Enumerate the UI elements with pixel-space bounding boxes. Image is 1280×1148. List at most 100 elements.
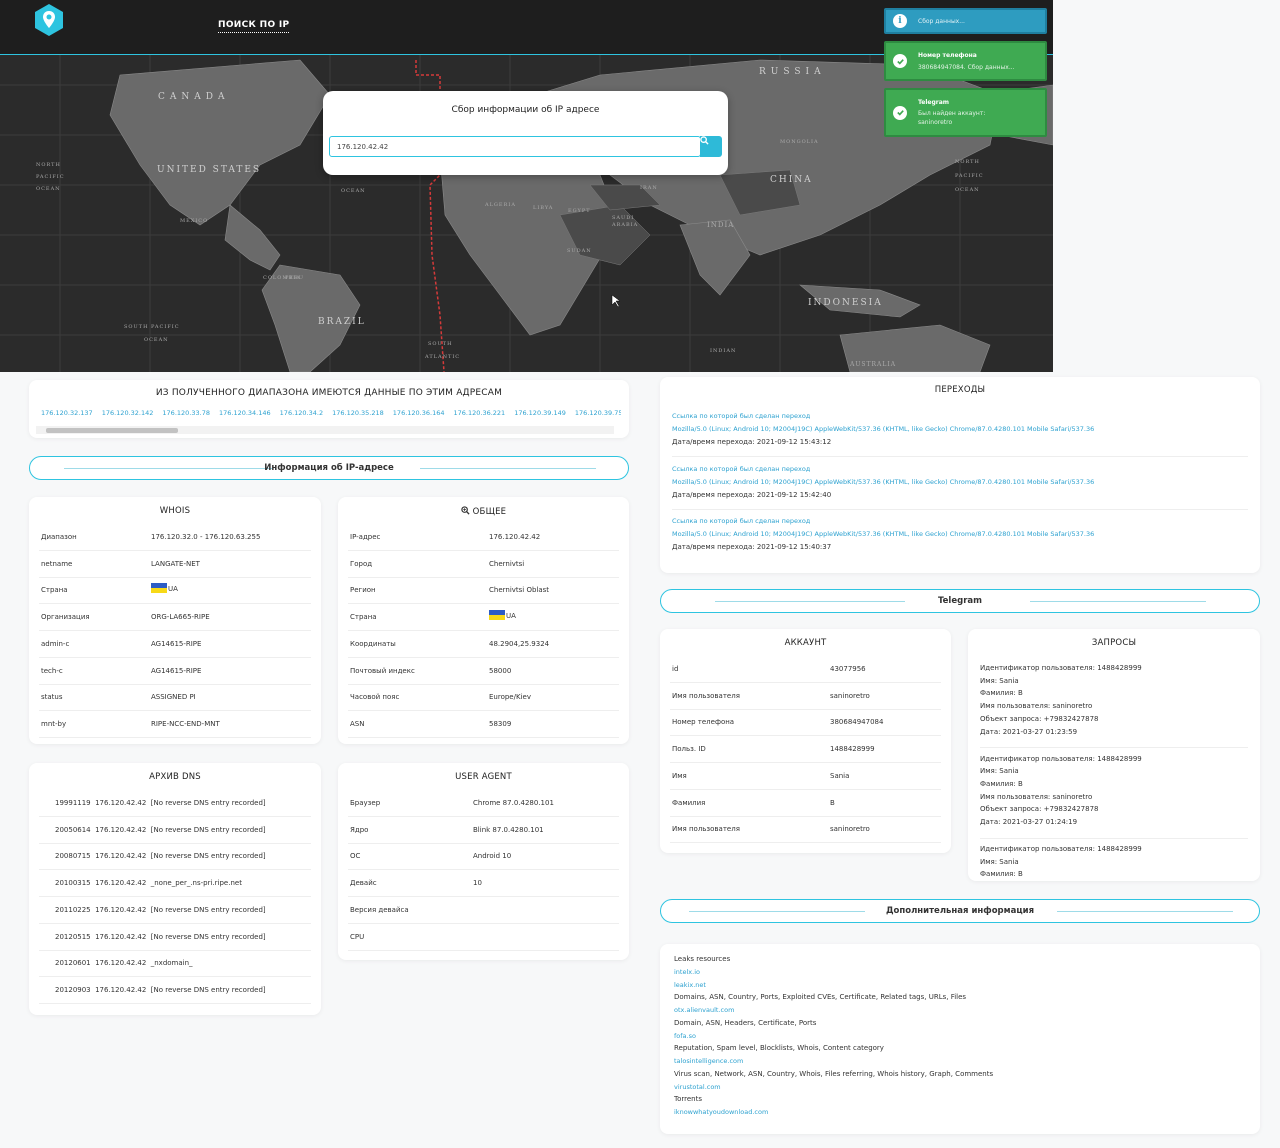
- toast-phone[interactable]: Номер телефона 380684947084. Сбор данных…: [884, 41, 1047, 81]
- resource-link[interactable]: virustotal.com: [674, 1081, 993, 1094]
- row-value: LANGATE-NET: [151, 560, 200, 568]
- resource-text: Domain, ASN, Headers, Certificate, Ports: [674, 1018, 817, 1027]
- range-title: ИЗ ПОЛУЧЕННОГО ДИАПАЗОНА ИМЕЮТСЯ ДАННЫЕ …: [155, 388, 503, 398]
- toast-info-text: Сбор данных...: [918, 18, 965, 25]
- row-key: CPU: [350, 932, 365, 941]
- transition-date: Дата/время перехода: 2021-09-12 15:42:40: [672, 490, 832, 499]
- row-value-text: Chernivtsi: [489, 559, 525, 568]
- map-label-atlantic: ATLANTIC: [425, 354, 461, 360]
- transition-link[interactable]: Ссылка по которой был сделан переход: [672, 517, 810, 525]
- table-row: netname LANGATE-NET: [39, 551, 311, 578]
- toast-info[interactable]: i Сбор данных...: [884, 8, 1047, 34]
- row-key: Браузер: [350, 799, 381, 807]
- row-key: Имя пользователя: [672, 691, 740, 700]
- transition-link[interactable]: Ссылка по которой был сделан переход: [672, 412, 810, 420]
- table-row: ОС Android 10: [348, 843, 619, 871]
- table-row: Почтовый индекс 58000: [348, 658, 619, 685]
- range-ip-link[interactable]: 176.120.36.164: [393, 409, 445, 417]
- row-value: 176.120.32.0 - 176.120.63.255: [151, 533, 260, 541]
- resource-text: Virus scan, Network, ASN, Country, Whois…: [674, 1069, 994, 1078]
- ocean-line: SOUTH PACIFIC: [124, 324, 180, 330]
- toast-telegram-title: Telegram: [918, 99, 950, 106]
- ocean-line: OCEAN: [955, 187, 980, 193]
- row-key: Город: [350, 559, 373, 568]
- row-value-text: Blink 87.0.4280.101: [473, 825, 544, 834]
- dns-row: 20120515 176.120.42.42 [No reverse DNS e…: [39, 924, 311, 951]
- row-value-text: 176.120.42.42: [489, 533, 541, 541]
- range-ip-link[interactable]: 176.120.35.218: [332, 409, 384, 417]
- row-key: id: [672, 665, 679, 673]
- resource-link[interactable]: otx.alienvault.com: [674, 1004, 993, 1017]
- toast-telegram-text: Был найден аккаунт: saninoretro: [918, 110, 986, 126]
- telegram-pill: Telegram: [660, 589, 1260, 613]
- row-value-text: AG14615-RIPE: [151, 639, 202, 648]
- transition-date: Дата/время перехода: 2021-09-12 15:40:37: [672, 543, 832, 551]
- map-label-india: INDIA: [707, 221, 735, 229]
- range-ip-link[interactable]: 176.120.36.221: [454, 409, 506, 417]
- map-label-mexico: MEXICO: [180, 218, 209, 224]
- transition-user-agent: Mozilla/5.0 (Linux; Android 10; M2004J19…: [672, 425, 1095, 433]
- range-ip-link[interactable]: 176.120.39.75: [575, 409, 621, 417]
- table-row: id 43077956: [670, 656, 941, 683]
- request-line: Идентификатор пользователя: 1488428999: [980, 845, 1142, 853]
- account-title: АККАУНТ: [784, 638, 827, 648]
- row-value: B: [830, 799, 835, 807]
- ip-search-input[interactable]: [329, 136, 701, 157]
- table-row: Номер телефона 380684947084: [670, 709, 941, 737]
- map-label-saudi: SAUDI ARABIA: [612, 215, 639, 228]
- map-label-canada: CANADA: [158, 92, 230, 102]
- resource-link[interactable]: intelx.io: [674, 966, 993, 979]
- range-ip-link[interactable]: 176.120.34.146: [219, 409, 271, 417]
- row-key: Диапазон: [41, 533, 77, 541]
- row-key: Девайс: [350, 879, 377, 888]
- row-value: UA: [151, 583, 178, 594]
- scroll-thumb[interactable]: [46, 428, 178, 433]
- table-row: Страна UA: [39, 577, 311, 605]
- row-key: tech-c: [41, 666, 63, 675]
- telegram-title: Telegram: [938, 596, 982, 606]
- request-block: Идентификатор пользователя: 1488428999 Им…: [980, 843, 1248, 881]
- range-ip-link[interactable]: 176.120.33.78: [162, 409, 210, 417]
- map-label-south-pacific: SOUTH PACIFIC OCEAN: [124, 321, 180, 347]
- transitions-title: ПЕРЕХОДЫ: [934, 385, 986, 395]
- resource-link[interactable]: leakix.net: [674, 979, 993, 992]
- resource-text: Reputation, Spam level, Blocklists, Whoi…: [674, 1044, 884, 1053]
- map-label-sudan: SUDAN: [567, 248, 592, 254]
- range-ip-link[interactable]: 176.120.34.2: [280, 409, 323, 417]
- range-scrollbar[interactable]: [36, 426, 614, 434]
- range-ip-link[interactable]: 176.120.32.137: [41, 409, 93, 417]
- toast-phone-title: Номер телефона: [918, 52, 977, 59]
- row-value: ASSIGNED PI: [151, 693, 196, 701]
- map-label-south: SOUTH: [428, 341, 453, 347]
- map-label-indonesia: INDONESIA: [808, 298, 883, 308]
- row-value-text: 380684947084: [830, 718, 884, 727]
- ukraine-flag-icon: [151, 583, 167, 594]
- table-row: Координаты 48.2904,25.9324: [348, 631, 619, 658]
- logo-icon[interactable]: [32, 3, 66, 37]
- ocean-line: PACIFIC: [36, 174, 65, 180]
- row-key: Версия девайса: [350, 905, 409, 914]
- table-row: Браузер Chrome 87.0.4280.101: [348, 790, 619, 817]
- row-value: 1488428999: [830, 745, 875, 753]
- row-value: AG14615-RIPE: [151, 667, 201, 675]
- transition-link[interactable]: Ссылка по которой был сделан переход: [672, 465, 810, 473]
- map-label-egypt: EGYPT: [568, 208, 591, 214]
- resource-link[interactable]: fofa.so: [674, 1030, 993, 1043]
- resource-link[interactable]: talosintelligence.com: [674, 1055, 993, 1068]
- info-icon: i: [893, 14, 907, 28]
- range-ip-link[interactable]: 176.120.39.149: [514, 409, 566, 417]
- nav-ip-search[interactable]: ПОИСК ПО IP: [218, 20, 290, 33]
- table-row: Имя пользователя saninoretro: [670, 683, 941, 710]
- map-label-mongolia: MONGOLIA: [780, 139, 819, 145]
- range-ip-link[interactable]: 176.120.32.142: [102, 409, 154, 417]
- dns-entry: 20050614 176.120.42.42 [No reverse DNS e…: [55, 825, 266, 834]
- dns-row: 20100315 176.120.42.42 _none_per_.ns-pri…: [39, 870, 311, 898]
- row-value-text: 43077956: [830, 665, 866, 673]
- extra-info-card: Leaks resources intelx.io leakix.net Domain…: [660, 944, 1260, 1134]
- row-value: AG14615-RIPE: [151, 640, 201, 648]
- resource-link[interactable]: iknowwhatyoudownload.com: [674, 1106, 993, 1119]
- map-label-ocean: OCEAN: [341, 188, 366, 194]
- search-button[interactable]: [700, 136, 722, 157]
- toast-telegram[interactable]: Telegram Был найден аккаунт: saninoretro: [884, 88, 1047, 137]
- dns-entry: 20120515 176.120.42.42 [No reverse DNS e…: [55, 932, 266, 941]
